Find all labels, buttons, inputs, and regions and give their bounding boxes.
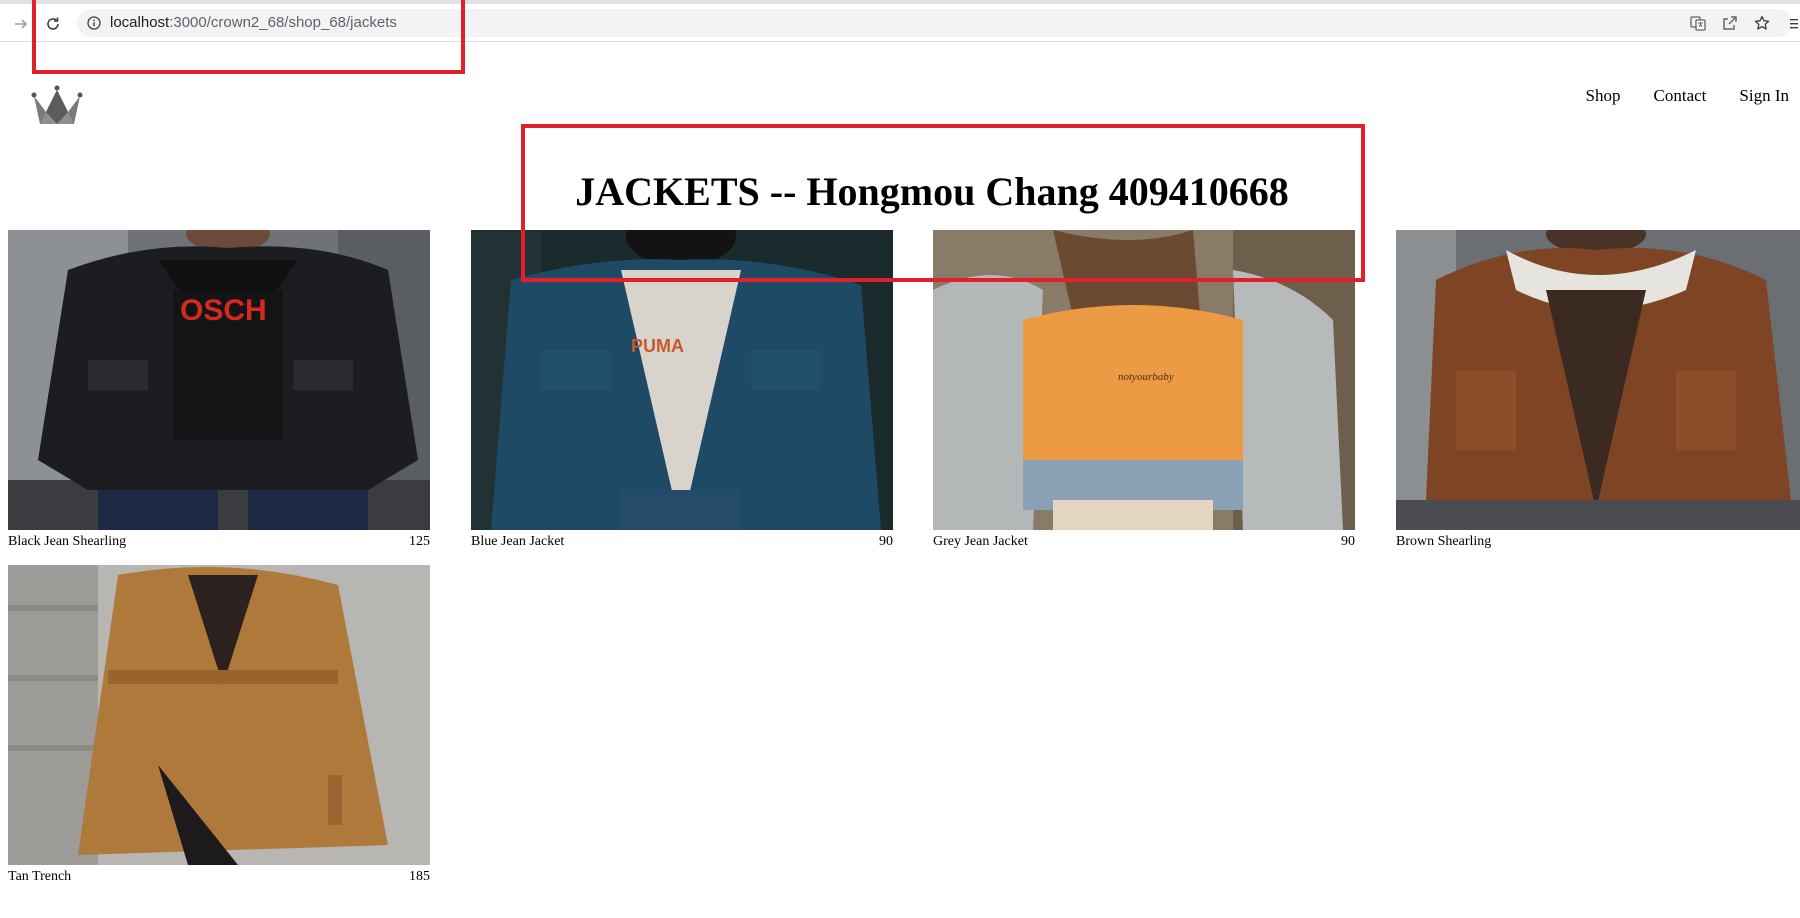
product-name: Tan Trench xyxy=(8,869,72,884)
product-footer: Black Jean Shearling 125 xyxy=(8,533,430,551)
bookmark-star-icon[interactable] xyxy=(1752,13,1772,33)
url-host: localhost xyxy=(110,14,170,31)
product-image-black-jean-shearling[interactable]: OSCH xyxy=(8,230,430,530)
product-image-tan-trench[interactable] xyxy=(8,565,430,865)
product-card-blue-jean-jacket[interactable]: PUMA Blue Jean Jacket 90 xyxy=(471,230,893,551)
product-footer: Blue Jean Jacket 90 xyxy=(471,533,893,551)
product-image-grey-jean-jacket[interactable]: notyourbaby xyxy=(933,230,1355,530)
product-price: 185 xyxy=(409,869,430,884)
reload-icon[interactable] xyxy=(40,11,66,37)
product-card-grey-jean-jacket[interactable]: notyourbaby Grey Jean Jacket 90 xyxy=(933,230,1355,551)
product-footer: Brown Shearling xyxy=(1396,533,1800,551)
product-card-tan-trench[interactable]: Tan Trench 185 xyxy=(8,565,430,886)
browser-toolbar: localhost:3000/crown2_68/shop_68/jackets xyxy=(0,4,1800,42)
product-image-brown-shearling[interactable] xyxy=(1396,230,1800,530)
svg-text:OSCH: OSCH xyxy=(180,294,267,327)
url-path: :3000/crown2_68/shop_68/jackets xyxy=(169,14,397,31)
share-icon[interactable] xyxy=(1720,13,1740,33)
site-nav: Shop Contact Sign In xyxy=(1553,86,1789,106)
nav-shop[interactable]: Shop xyxy=(1586,86,1621,106)
nav-sign-in[interactable]: Sign In xyxy=(1739,86,1789,106)
product-price: 125 xyxy=(409,534,430,549)
crown-logo-icon[interactable] xyxy=(30,84,84,128)
product-footer: Grey Jean Jacket 90 xyxy=(933,533,1355,551)
translate-icon[interactable] xyxy=(1688,13,1708,33)
product-name: Grey Jean Jacket xyxy=(933,534,1028,549)
svg-text:PUMA: PUMA xyxy=(631,336,684,356)
nav-contact[interactable]: Contact xyxy=(1654,86,1707,106)
product-name: Blue Jean Jacket xyxy=(471,534,565,549)
page-title: JACKETS -- Hongmou Chang 409410668 xyxy=(575,169,1289,214)
info-icon[interactable] xyxy=(86,15,102,31)
product-name: Brown Shearling xyxy=(1396,534,1492,549)
address-bar[interactable]: localhost:3000/crown2_68/shop_68/jackets xyxy=(77,9,1792,37)
url-text[interactable]: localhost:3000/crown2_68/shop_68/jackets xyxy=(110,9,397,37)
product-footer: Tan Trench 185 xyxy=(8,868,430,886)
svg-text:notyourbaby: notyourbaby xyxy=(1118,371,1174,383)
product-price: 90 xyxy=(879,534,893,549)
product-card-brown-shearling[interactable]: Brown Shearling xyxy=(1396,230,1800,551)
forward-icon[interactable] xyxy=(8,11,34,37)
product-name: Black Jean Shearling xyxy=(8,534,127,549)
menu-icon[interactable] xyxy=(1786,14,1800,34)
product-card-black-jean-shearling[interactable]: OSCH Black Jean Shearling 125 xyxy=(8,230,430,551)
product-price: 90 xyxy=(1341,534,1355,549)
product-image-blue-jean-jacket[interactable]: PUMA xyxy=(471,230,893,530)
